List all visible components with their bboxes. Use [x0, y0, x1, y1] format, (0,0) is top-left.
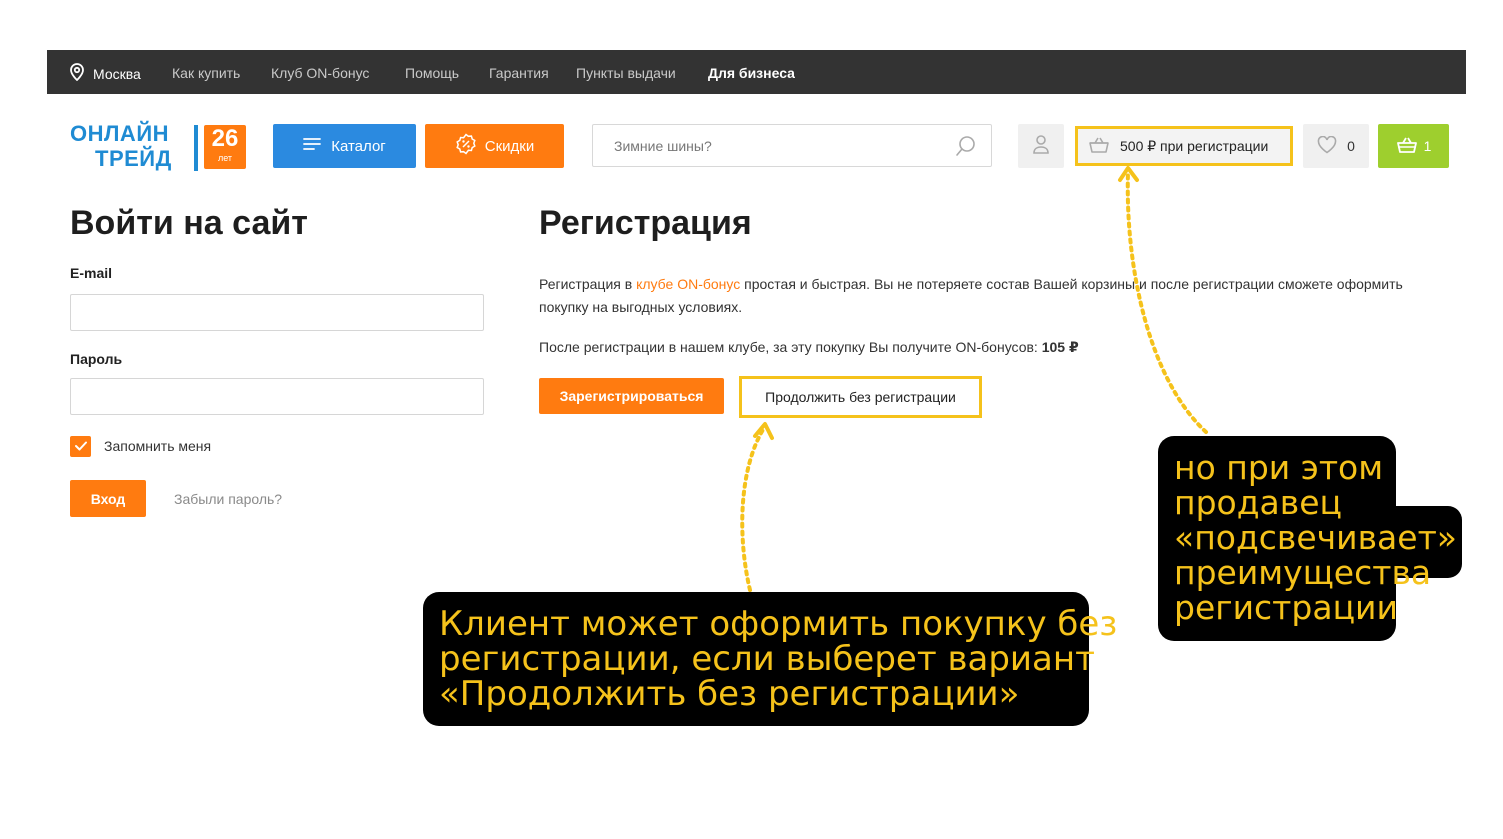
top-nav-bar: Москва Как купить Клуб ON-бонус Помощь Г…	[47, 50, 1466, 94]
register-button[interactable]: Зарегистрироваться	[539, 378, 724, 414]
password-field[interactable]	[70, 378, 484, 415]
annotation-line: «подсвечивает»	[1174, 518, 1457, 557]
logo-years-badge: 26 лет	[204, 125, 246, 169]
guest-arrow	[740, 422, 774, 592]
location-pin-icon	[69, 63, 85, 84]
remember-me-checkbox[interactable]	[70, 436, 91, 457]
annotation-line: «Продолжить без регистрации»	[439, 674, 1020, 714]
bonus-info-value: 105 ₽	[1041, 339, 1079, 355]
city-selector[interactable]: Москва	[69, 63, 141, 84]
nav-link-for-business[interactable]: Для бизнеса	[708, 65, 795, 81]
annotation-line: регистрации, если выберет вариант	[439, 639, 1095, 679]
user-icon	[1032, 134, 1050, 159]
continue-without-registration-button[interactable]: Продолжить без регистрации	[739, 376, 982, 418]
annotation-guest-checkout: Клиент может оформить покупку без регист…	[423, 592, 1118, 726]
email-field[interactable]	[70, 294, 484, 331]
discounts-button[interactable]: Скидки	[425, 124, 564, 168]
cart-basket-icon	[1396, 136, 1418, 157]
discounts-button-label: Скидки	[484, 137, 535, 155]
search-input[interactable]	[594, 126, 949, 165]
annotation-line: Клиент может оформить покупку без	[439, 604, 1118, 644]
registration-description: Регистрация в клубе ON-бонус простая и б…	[539, 273, 1419, 319]
annotation-line: регистрации	[1174, 588, 1398, 627]
logo-years-number: 26	[211, 125, 239, 152]
discount-badge-icon	[455, 133, 477, 159]
favorites-count: 0	[1347, 138, 1355, 154]
nav-link-help[interactable]: Помощь	[405, 65, 459, 81]
password-label: Пароль	[70, 351, 123, 367]
search-icon[interactable]	[955, 135, 977, 162]
registration-bonus-info: После регистрации в нашем клубе, за эту …	[539, 339, 1079, 356]
annotation-line: но при этом	[1174, 448, 1384, 487]
logo-years-label: лет	[217, 153, 233, 163]
logo-word-trade: ТРЕЙД	[95, 146, 172, 171]
email-label: E-mail	[70, 265, 113, 281]
on-bonus-club-link[interactable]: клубе ON-бонус	[636, 276, 740, 292]
nav-link-pickup-points[interactable]: Пункты выдачи	[576, 65, 676, 81]
checkmark-icon	[74, 438, 87, 456]
registration-text-start: Регистрация в	[539, 276, 637, 292]
logo-word-online: ОНЛАЙН	[70, 121, 170, 146]
city-name: Москва	[93, 65, 141, 82]
favorites-button[interactable]: 0	[1303, 124, 1369, 168]
catalog-button-label: Каталог	[331, 137, 386, 155]
search-box[interactable]	[592, 124, 992, 167]
nav-link-on-bonus-club[interactable]: Клуб ON-бонус	[271, 65, 369, 81]
site-logo[interactable]: ОНЛАЙН ТРЕЙД 26 лет	[70, 121, 250, 175]
registration-title: Регистрация	[539, 204, 752, 242]
annotation-line: продавец	[1174, 483, 1342, 522]
annotation-bonus-highlight: но при этом продавец «подсвечивает» преи…	[1158, 436, 1457, 641]
nav-link-how-to-buy[interactable]: Как купить	[172, 65, 240, 81]
menu-icon	[303, 137, 322, 155]
annotation-line: преимущества	[1174, 553, 1432, 592]
catalog-button[interactable]: Каталог	[273, 124, 416, 168]
remember-me-label[interactable]: Запомнить меня	[104, 438, 211, 454]
login-button[interactable]: Вход	[70, 480, 146, 517]
cart-count: 1	[1423, 138, 1432, 154]
basket-icon	[1088, 136, 1110, 157]
cart-button[interactable]: 1	[1378, 124, 1449, 168]
nav-link-warranty[interactable]: Гарантия	[489, 65, 549, 81]
forgot-password-link[interactable]: Забыли пароль?	[174, 491, 282, 507]
login-title: Войти на сайт	[70, 204, 308, 242]
bonus-info-text: После регистрации в нашем клубе, за эту …	[539, 339, 1042, 355]
bonus-offer-text: 500 ₽ при регистрации	[1120, 137, 1269, 154]
account-button[interactable]	[1018, 124, 1064, 168]
registration-bonus-offer[interactable]: 500 ₽ при регистрации	[1075, 126, 1293, 166]
logo-separator	[194, 125, 198, 171]
heart-icon	[1317, 135, 1337, 157]
